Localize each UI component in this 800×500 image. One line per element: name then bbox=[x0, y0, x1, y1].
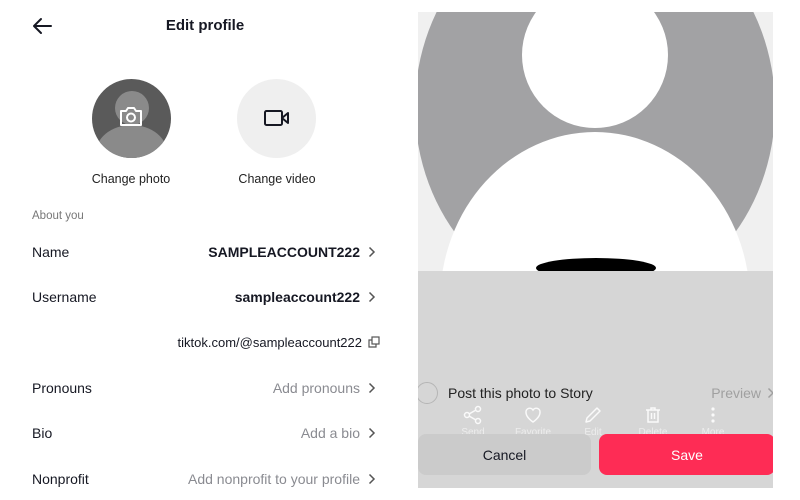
row-pronouns[interactable]: Pronouns Add pronouns bbox=[32, 376, 380, 400]
video-camera-icon bbox=[264, 110, 289, 126]
chevron-right-icon bbox=[368, 427, 380, 439]
row-bio[interactable]: Bio Add a bio bbox=[32, 421, 380, 445]
profile-link-row: tiktok.com/@sampleaccount222 bbox=[100, 332, 380, 352]
row-label: Pronouns bbox=[32, 380, 92, 396]
camera-icon bbox=[120, 107, 142, 126]
post-to-story-radio[interactable] bbox=[418, 382, 438, 404]
change-photo-label[interactable]: Change photo bbox=[71, 172, 191, 186]
row-value: SAMPLEACCOUNT222 bbox=[208, 244, 360, 260]
trash-icon bbox=[646, 407, 660, 423]
post-to-story-label[interactable]: Post this photo to Story bbox=[448, 385, 593, 401]
preview-link[interactable]: Preview bbox=[711, 385, 761, 401]
chevron-right-icon bbox=[368, 291, 380, 303]
row-name[interactable]: Name SAMPLEACCOUNT222 bbox=[32, 240, 380, 264]
default-avatar-image bbox=[418, 12, 773, 271]
row-label: Username bbox=[32, 289, 97, 305]
edit-profile-panel: Edit profile Change photo Change video A… bbox=[0, 0, 400, 500]
copy-link-button[interactable] bbox=[368, 336, 380, 348]
more-vertical-icon bbox=[711, 407, 715, 423]
change-video-label[interactable]: Change video bbox=[217, 172, 337, 186]
share-icon bbox=[463, 405, 482, 425]
change-photo-button[interactable] bbox=[92, 79, 171, 158]
row-value: Add nonprofit to your profile bbox=[188, 471, 360, 487]
change-video-button[interactable] bbox=[237, 79, 316, 158]
pencil-icon bbox=[585, 407, 601, 423]
profile-link[interactable]: tiktok.com/@sampleaccount222 bbox=[178, 335, 362, 350]
chevron-right-icon bbox=[368, 382, 380, 394]
photo-preview-dialog: Post this photo to Story Preview Send Fa… bbox=[418, 12, 773, 488]
save-button[interactable]: Save bbox=[599, 434, 773, 475]
row-label: Nonprofit bbox=[32, 471, 89, 487]
post-to-story-row: Post this photo to Story Preview bbox=[418, 380, 773, 406]
heart-icon bbox=[525, 407, 541, 423]
row-nonprofit[interactable]: Nonprofit Add nonprofit to your profile bbox=[32, 467, 380, 491]
row-label: Bio bbox=[32, 425, 53, 441]
avatar-body bbox=[95, 125, 168, 158]
copy-icon bbox=[368, 336, 380, 348]
photo-preview bbox=[418, 12, 773, 271]
chevron-right-icon bbox=[368, 246, 380, 258]
chevron-right-icon bbox=[767, 386, 773, 404]
chevron-right-icon bbox=[368, 473, 380, 485]
cancel-button[interactable]: Cancel bbox=[418, 434, 591, 475]
row-label: Name bbox=[32, 244, 70, 260]
row-username[interactable]: Username sampleaccount222 bbox=[32, 285, 380, 309]
page-title: Edit profile bbox=[165, 17, 245, 34]
section-label-about-you: About you bbox=[32, 210, 84, 222]
row-value: sampleaccount222 bbox=[234, 289, 360, 305]
row-value: Add pronouns bbox=[272, 380, 360, 396]
row-value: Add a bio bbox=[300, 425, 360, 441]
